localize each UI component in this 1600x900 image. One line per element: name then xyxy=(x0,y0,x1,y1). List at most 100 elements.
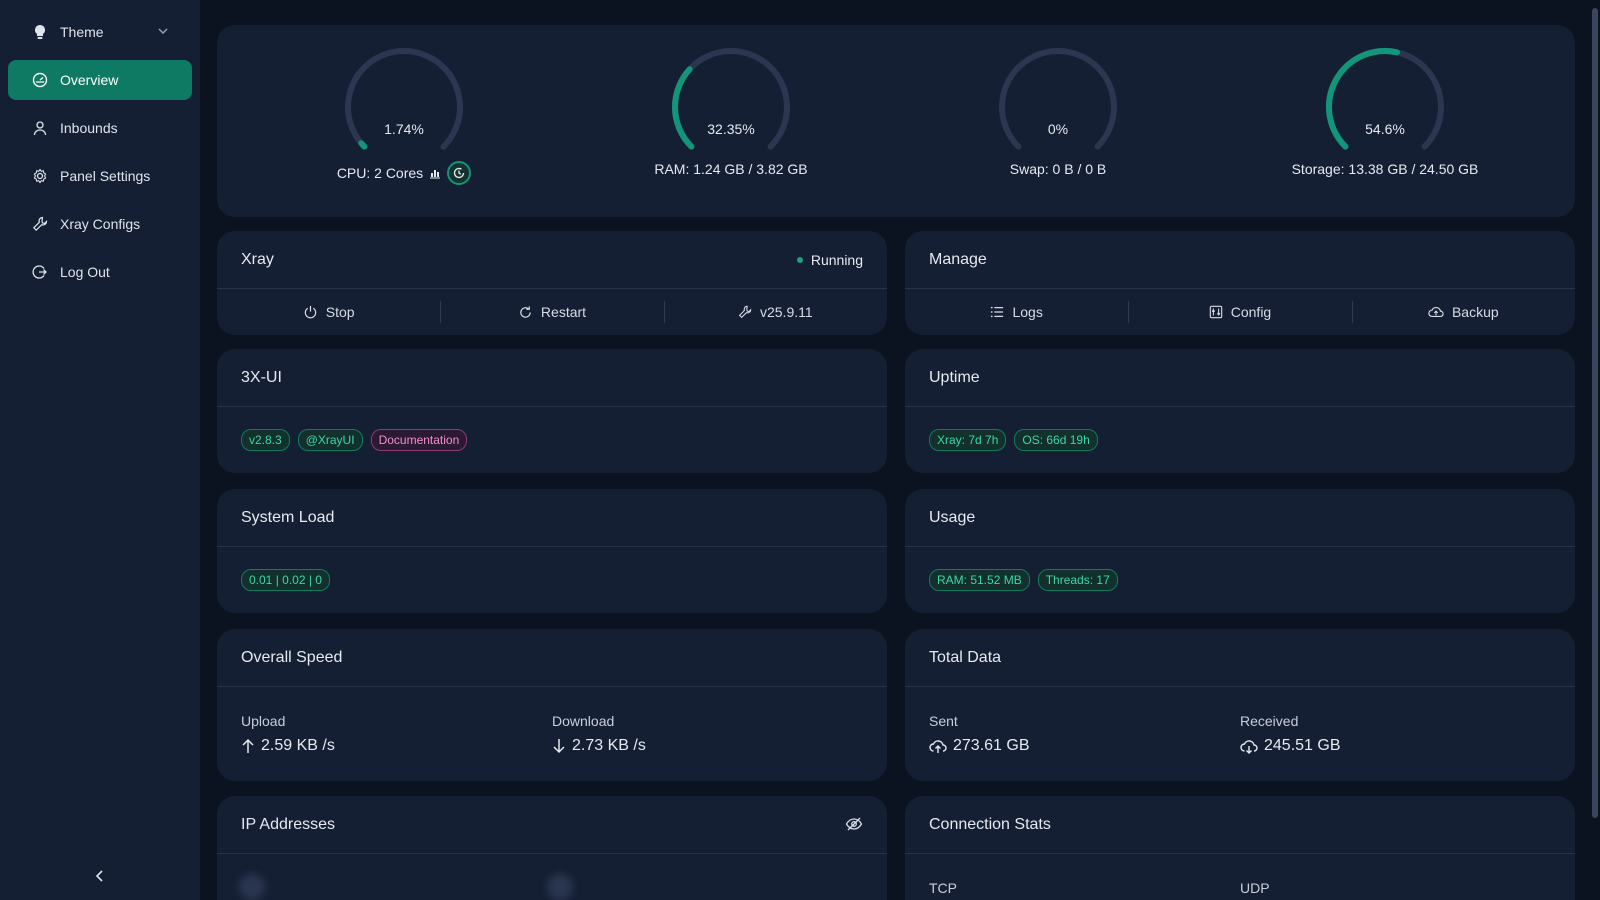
chevron-down-icon xyxy=(156,24,170,38)
ram-percent: 32.35% xyxy=(707,121,755,137)
upload-value: 2.59 KB /s xyxy=(261,737,335,754)
xray-card: Xray Running Stop Restart v25.9.11 xyxy=(217,231,887,335)
ip-addresses-title: IP Addresses xyxy=(241,815,335,833)
cpu-history-button[interactable] xyxy=(447,161,472,185)
panel-title: 3X-UI xyxy=(241,368,282,386)
cpu-percent: 1.74% xyxy=(384,121,424,137)
collapse-sidebar-button[interactable] xyxy=(90,866,110,886)
cloud-download-icon xyxy=(1240,740,1258,754)
udp-label: UDP xyxy=(1240,880,1270,896)
download-label: Download xyxy=(552,713,615,729)
cpu-label: CPU: 2 Cores xyxy=(336,165,424,181)
restart-button[interactable]: Restart xyxy=(440,289,663,335)
theme-label: Theme xyxy=(60,24,104,40)
xray-version-label: v25.9.11 xyxy=(759,304,813,320)
user-icon xyxy=(32,120,48,136)
sidebar-item-overview[interactable]: Overview xyxy=(8,60,192,100)
connection-stats-title: Connection Stats xyxy=(929,815,1051,833)
manage-title: Manage xyxy=(929,250,987,268)
download-stat: Download 2.73 KB /s xyxy=(552,713,863,755)
bulb-icon xyxy=(32,24,48,40)
overall-speed-title: Overall Speed xyxy=(241,648,343,666)
swap-percent: 0% xyxy=(1047,121,1069,137)
swap-label: Swap: 0 B / 0 B xyxy=(1009,161,1107,177)
sidebar-item-label: Log Out xyxy=(60,264,110,280)
sidebar-item-log-out[interactable]: Log Out xyxy=(8,252,192,292)
status-dot xyxy=(796,257,803,263)
list-icon xyxy=(991,306,1004,318)
logout-icon xyxy=(32,264,48,280)
uptime-card: Uptime Xray: 7d 7h OS: 66d 19h xyxy=(905,349,1575,473)
storage-percent: 54.6% xyxy=(1365,121,1405,137)
usage-title: Usage xyxy=(929,508,976,526)
sidebar-item-inbounds[interactable]: Inbounds xyxy=(8,108,192,148)
ram-label: RAM: 1.24 GB / 3.82 GB xyxy=(654,161,808,177)
arrow-up-icon xyxy=(242,738,254,753)
scrollbar-thumb[interactable] xyxy=(1592,8,1598,818)
arrow-down-icon xyxy=(553,739,565,754)
xray-uptime-tag: Xray: 7d 7h xyxy=(929,429,1007,451)
connection-stats-card: Connection Stats TCP UDP xyxy=(905,796,1575,900)
sidebar-item-xray-configs[interactable]: Xray Configs xyxy=(8,204,192,244)
cloud-icon xyxy=(1428,306,1444,318)
power-icon xyxy=(304,305,316,318)
panel-info-card: 3X-UI v2.8.3 @XrayUI Documentation xyxy=(217,349,887,473)
load-average-tag: 0.01 | 0.02 | 0 xyxy=(241,569,330,591)
storage-gauge: 54.6% Storage: 13.38 GB / 24.50 GB xyxy=(1275,45,1495,177)
ram-gauge: 32.35% RAM: 1.24 GB / 3.82 GB xyxy=(621,45,841,177)
stop-button[interactable]: Stop xyxy=(217,289,440,335)
upload-stat: Upload 2.59 KB /s xyxy=(241,713,552,755)
overall-speed-card: Overall Speed Upload 2.59 KB /s Download… xyxy=(217,629,887,781)
tool-icon xyxy=(32,216,48,232)
backup-button[interactable]: Backup xyxy=(1351,289,1575,335)
total-data-title: Total Data xyxy=(929,648,1002,666)
hidden-ip-placeholder xyxy=(239,874,265,900)
upload-label: Upload xyxy=(241,713,286,729)
ip-addresses-card: IP Addresses xyxy=(217,796,887,900)
gauge-fill xyxy=(358,140,368,150)
received-value: 245.51 GB xyxy=(1264,737,1341,754)
received-stat: Received 245.51 GB xyxy=(1240,713,1551,755)
reload-icon xyxy=(520,305,531,318)
app: Theme Overview Inbounds Panel Settings X… xyxy=(0,0,1600,900)
sidebar: Theme Overview Inbounds Panel Settings X… xyxy=(0,0,200,900)
xray-title: Xray xyxy=(241,250,274,268)
sidebar-item-label: Panel Settings xyxy=(60,168,151,184)
logs-button[interactable]: Logs xyxy=(905,289,1128,335)
xray-version-button[interactable]: v25.9.11 xyxy=(663,289,887,335)
history-icon xyxy=(454,167,465,179)
tcp-label: TCP xyxy=(929,880,957,896)
tool-icon xyxy=(738,305,752,319)
dashboard-icon xyxy=(32,72,48,88)
storage-gauge-dial xyxy=(1326,48,1444,150)
ram-usage-tag: RAM: 51.52 MB xyxy=(929,569,1030,591)
system-load-card: System Load 0.01 | 0.02 | 0 xyxy=(217,489,887,613)
threads-tag: Threads: 17 xyxy=(1037,569,1118,591)
cpu-gauge: 1.74% CPU: 2 Cores xyxy=(294,45,514,185)
stop-label: Stop xyxy=(325,304,355,320)
sidebar-item-panel-settings[interactable]: Panel Settings xyxy=(8,156,192,196)
sent-label: Sent xyxy=(929,713,958,729)
theme-menu[interactable]: Theme xyxy=(8,12,192,52)
bar-chart-icon xyxy=(429,167,441,179)
config-button[interactable]: Config xyxy=(1128,289,1351,335)
xray-status-text: Running xyxy=(810,252,863,268)
uptime-title: Uptime xyxy=(929,368,980,386)
backup-label: Backup xyxy=(1451,304,1499,320)
sent-value: 273.61 GB xyxy=(953,737,1030,754)
page-scrollbar[interactable] xyxy=(1590,0,1600,900)
config-label: Config xyxy=(1230,304,1272,320)
sidebar-item-label: Inbounds xyxy=(60,120,118,136)
eye-invisible-icon[interactable] xyxy=(845,816,863,837)
cloud-upload-icon xyxy=(929,740,947,753)
os-uptime-tag: OS: 66d 19h xyxy=(1014,429,1098,451)
manage-card: Manage Logs Config Backup xyxy=(905,231,1575,335)
documentation-link[interactable]: Documentation xyxy=(370,429,468,451)
hidden-ip-placeholder xyxy=(547,874,573,900)
system-load-title: System Load xyxy=(241,508,335,526)
channel-tag[interactable]: @XrayUI xyxy=(297,429,363,451)
total-data-card: Total Data Sent 273.61 GB Received 245.5… xyxy=(905,629,1575,781)
ram-gauge-dial xyxy=(672,48,790,150)
panel-version-tag[interactable]: v2.8.3 xyxy=(241,429,290,451)
system-gauges-card: 1.74% CPU: 2 Cores 32.35% RAM: 1.24 GB /… xyxy=(217,25,1575,217)
